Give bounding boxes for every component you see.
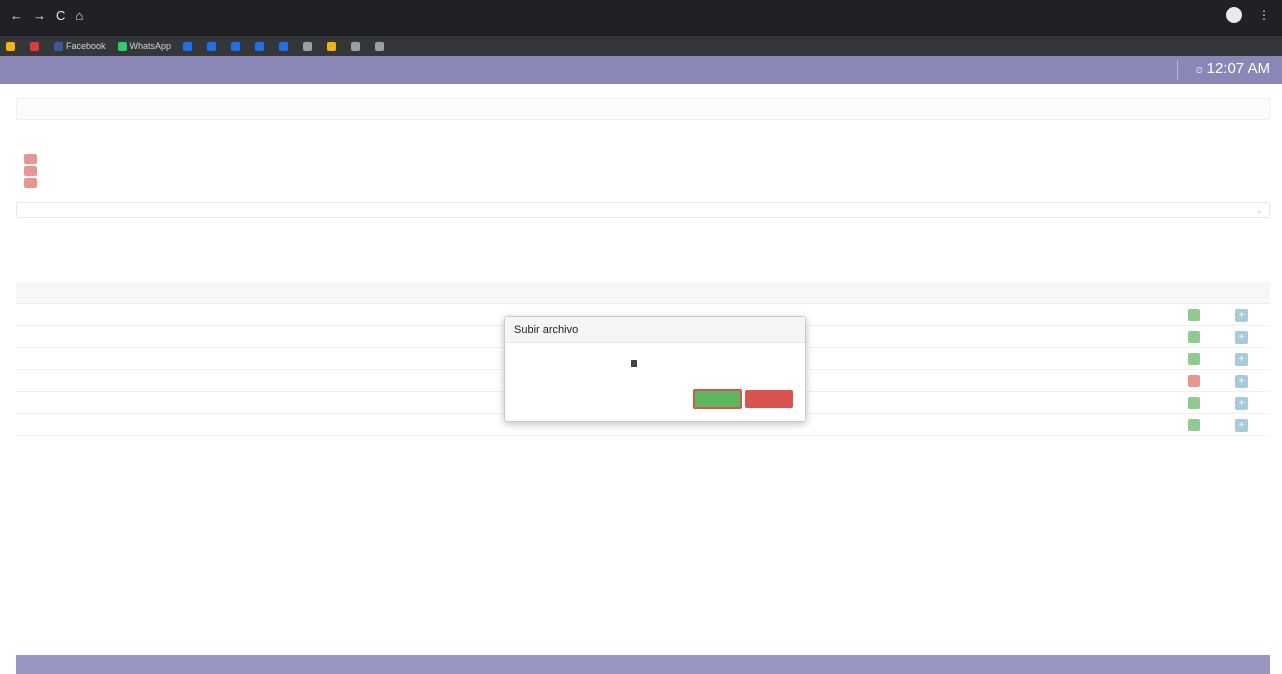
bookmark-item[interactable]: WhatsApp <box>117 41 172 51</box>
choose-file-button[interactable] <box>631 360 640 367</box>
upload-document-icon[interactable]: + <box>1235 375 1248 388</box>
file-icon <box>631 360 637 367</box>
modal-header: Subir archivo <box>505 317 805 343</box>
upload-button[interactable] <box>693 389 742 409</box>
bookmark-label: Facebook <box>66 41 106 51</box>
modal-title: Subir archivo <box>514 324 579 336</box>
pdf-icon[interactable] <box>24 178 37 188</box>
avatar[interactable] <box>1226 7 1242 23</box>
period-select[interactable]: ⌄ <box>16 202 1270 218</box>
bookmark-item[interactable] <box>327 41 339 51</box>
view-document-icon[interactable] <box>1188 397 1200 409</box>
view-document-icon[interactable] <box>1188 353 1200 365</box>
page-footer <box>16 655 1270 674</box>
bookmark-icon <box>303 41 313 51</box>
bookmark-item[interactable]: Facebook <box>54 41 106 51</box>
bookmark-label: WhatsApp <box>129 41 172 51</box>
view-document-icon[interactable] <box>1188 309 1200 321</box>
upload-document-icon[interactable]: + <box>1235 419 1248 432</box>
info-line <box>20 165 37 177</box>
bookmark-item[interactable] <box>303 41 315 51</box>
view-document-icon[interactable] <box>1188 375 1200 387</box>
menu-icon[interactable]: ⋮ <box>1258 8 1270 22</box>
bookmark-icon <box>6 41 15 51</box>
clock: ⏲ 12:07 AM <box>1196 60 1270 77</box>
upload-file-modal: Subir archivo <box>504 316 806 422</box>
chevron-down-icon: ⌄ <box>1255 205 1263 215</box>
upload-document-icon[interactable]: + <box>1235 397 1248 410</box>
bookmark-icon <box>351 41 361 51</box>
app-header: ⏲ 12:07 AM <box>0 56 1282 84</box>
bookmark-item[interactable] <box>375 41 387 51</box>
bookmark-item[interactable] <box>207 41 219 51</box>
bookmark-icon <box>327 41 337 51</box>
info-line <box>20 153 37 165</box>
view-document-icon[interactable] <box>1188 331 1200 343</box>
home-icon[interactable]: ⌂ <box>75 8 83 23</box>
breadcrumb <box>16 98 1270 120</box>
browser-nav: ← → C ⌂ <box>10 8 83 23</box>
bookmark-item[interactable] <box>183 41 195 51</box>
bookmark-icon <box>231 41 241 51</box>
bookmark-icon <box>30 41 39 51</box>
bookmark-icon <box>255 41 265 51</box>
table-header <box>16 282 1270 304</box>
bookmark-icon <box>117 41 127 51</box>
pdf-icon[interactable] <box>24 166 37 176</box>
info-block <box>20 141 37 189</box>
bookmark-item[interactable] <box>231 41 243 51</box>
forward-icon[interactable]: → <box>33 8 46 23</box>
info-line <box>20 141 37 153</box>
browser-toolbar: ← → C ⌂ ⋮ <box>0 0 1282 36</box>
header-divider <box>1177 60 1178 80</box>
reload-icon[interactable]: C <box>56 8 65 23</box>
upload-document-icon[interactable]: + <box>1235 331 1248 344</box>
bookmark-item[interactable] <box>351 41 363 51</box>
bookmark-icon <box>207 41 217 51</box>
bookmark-icon <box>279 41 289 51</box>
address-bar[interactable] <box>100 9 720 25</box>
bookmark-item[interactable] <box>6 41 18 51</box>
bookmark-icon <box>183 41 193 51</box>
bookmark-icon <box>375 41 385 51</box>
bookmark-item[interactable] <box>30 41 42 51</box>
window-controls: ⋮ <box>1226 7 1270 23</box>
upload-document-icon[interactable]: + <box>1235 309 1248 322</box>
cancel-button[interactable] <box>745 390 793 408</box>
back-icon[interactable]: ← <box>10 8 23 23</box>
clock-icon: ⏲ <box>1195 65 1203 75</box>
view-document-icon[interactable] <box>1188 419 1200 431</box>
upload-document-icon[interactable]: + <box>1235 353 1248 366</box>
bookmarks-bar: Facebook WhatsApp <box>0 36 1282 56</box>
bookmark-item[interactable] <box>255 41 267 51</box>
bookmark-icon <box>54 41 63 51</box>
pdf-icon[interactable] <box>24 154 37 164</box>
bookmark-item[interactable] <box>279 41 291 51</box>
clock-time: 12:07 AM <box>1206 60 1270 77</box>
info-line <box>20 177 37 189</box>
